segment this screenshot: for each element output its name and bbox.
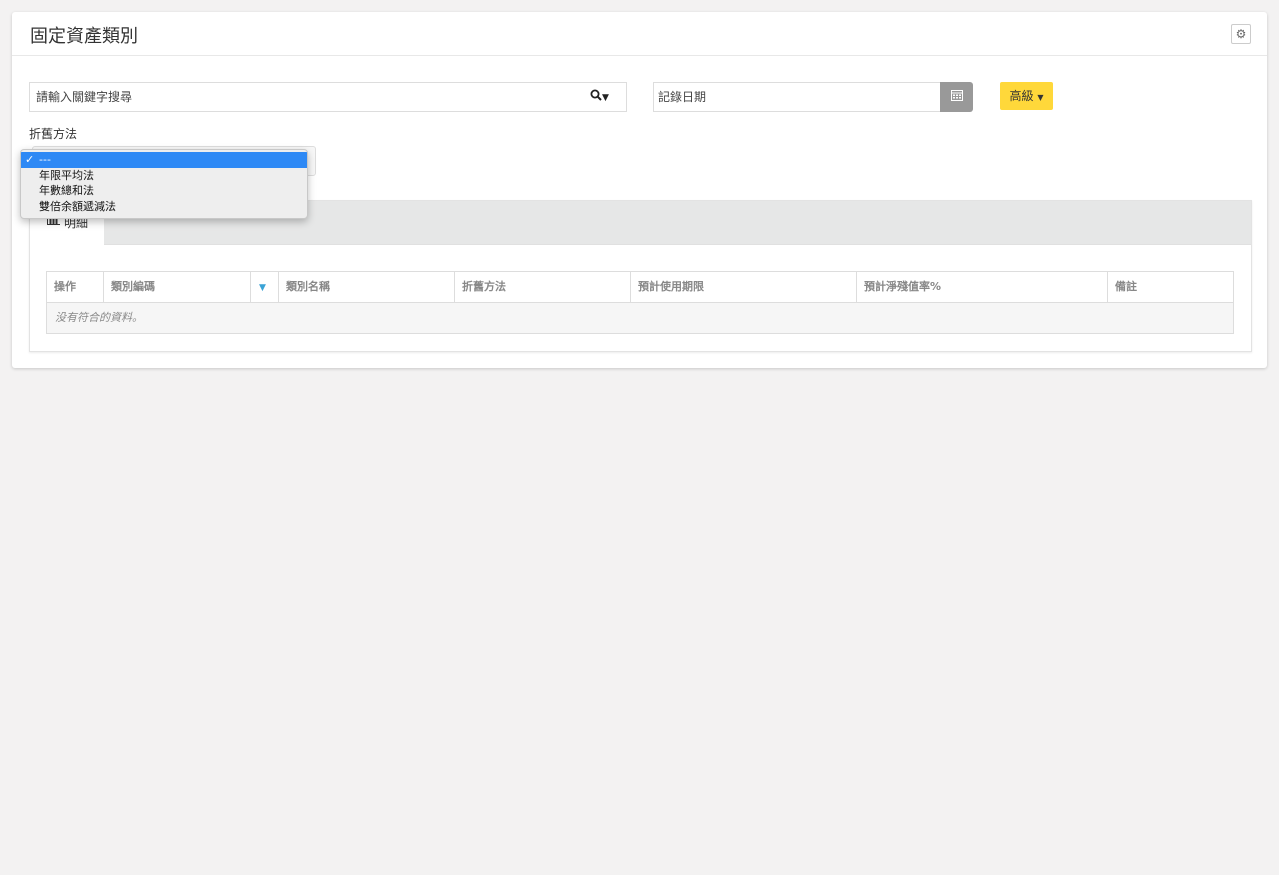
column-header-category-code[interactable]: 類別編碼 — [104, 272, 251, 302]
sort-desc-icon: ▼ — [259, 283, 266, 293]
detail-card: 明細 操作 類別編碼 ▼ 類別名稱 折舊方法 預計使用期限 預計淨殘值率% 備註… — [29, 200, 1252, 352]
column-header-depreciation-method[interactable]: 折舊方法 — [455, 272, 631, 302]
depreciation-dropdown: ✓ --- 年限平均法 年數總和法 雙倍余額遞減法 — [20, 149, 308, 219]
calendar-icon — [950, 90, 963, 101]
data-table: 操作 類別編碼 ▼ 類別名稱 折舊方法 預計使用期限 預計淨殘值率% 備註 没有… — [46, 271, 1234, 334]
panel-header: 固定資產類別 ⚙ — [12, 12, 1267, 56]
column-header-actions[interactable]: 操作 — [47, 272, 104, 302]
checkmark-icon: ✓ — [25, 153, 35, 166]
dropdown-option[interactable]: ✓ --- — [21, 152, 307, 168]
column-header-remarks[interactable]: 備註 — [1108, 272, 1233, 302]
page-title: 固定資產類別 — [30, 26, 138, 47]
column-header-useful-life[interactable]: 預計使用期限 — [631, 272, 857, 302]
settings-button[interactable]: ⚙ — [1231, 24, 1251, 44]
search-box: ▼ — [29, 82, 627, 112]
search-icon — [590, 89, 602, 101]
advanced-button-label: 高級 — [1009, 89, 1034, 103]
main-panel: 固定資產類別 ⚙ ▼ 高級 ▼ 折舊方法 ✓ --- 年限平均法 年數總和法 雙… — [12, 12, 1267, 368]
depreciation-filter-label: 折舊方法 — [29, 127, 78, 141]
advanced-button[interactable]: 高級 ▼ — [1000, 82, 1053, 110]
caret-down-icon: ▼ — [602, 93, 609, 103]
search-input[interactable] — [30, 83, 582, 111]
column-header-category-name[interactable]: 類別名稱 — [279, 272, 455, 302]
column-header-residual-rate[interactable]: 預計淨殘值率% — [857, 272, 1108, 302]
table-header: 操作 類別編碼 ▼ 類別名稱 折舊方法 預計使用期限 預計淨殘值率% 備註 — [47, 272, 1233, 303]
gear-icon: ⚙ — [1235, 27, 1247, 41]
dropdown-option[interactable]: 雙倍余額遞減法 — [21, 199, 307, 215]
table-empty-message: 没有符合的資料。 — [47, 303, 1233, 333]
caret-down-icon: ▼ — [1037, 93, 1044, 102]
dropdown-option[interactable]: 年限平均法 — [21, 168, 307, 184]
column-sort-toggle[interactable]: ▼ — [251, 272, 279, 302]
date-input[interactable] — [654, 83, 932, 111]
dropdown-option[interactable]: 年數總和法 — [21, 183, 307, 199]
calendar-button[interactable] — [940, 82, 973, 112]
search-dropdown-toggle[interactable]: ▼ — [590, 89, 616, 105]
date-box — [653, 82, 940, 112]
